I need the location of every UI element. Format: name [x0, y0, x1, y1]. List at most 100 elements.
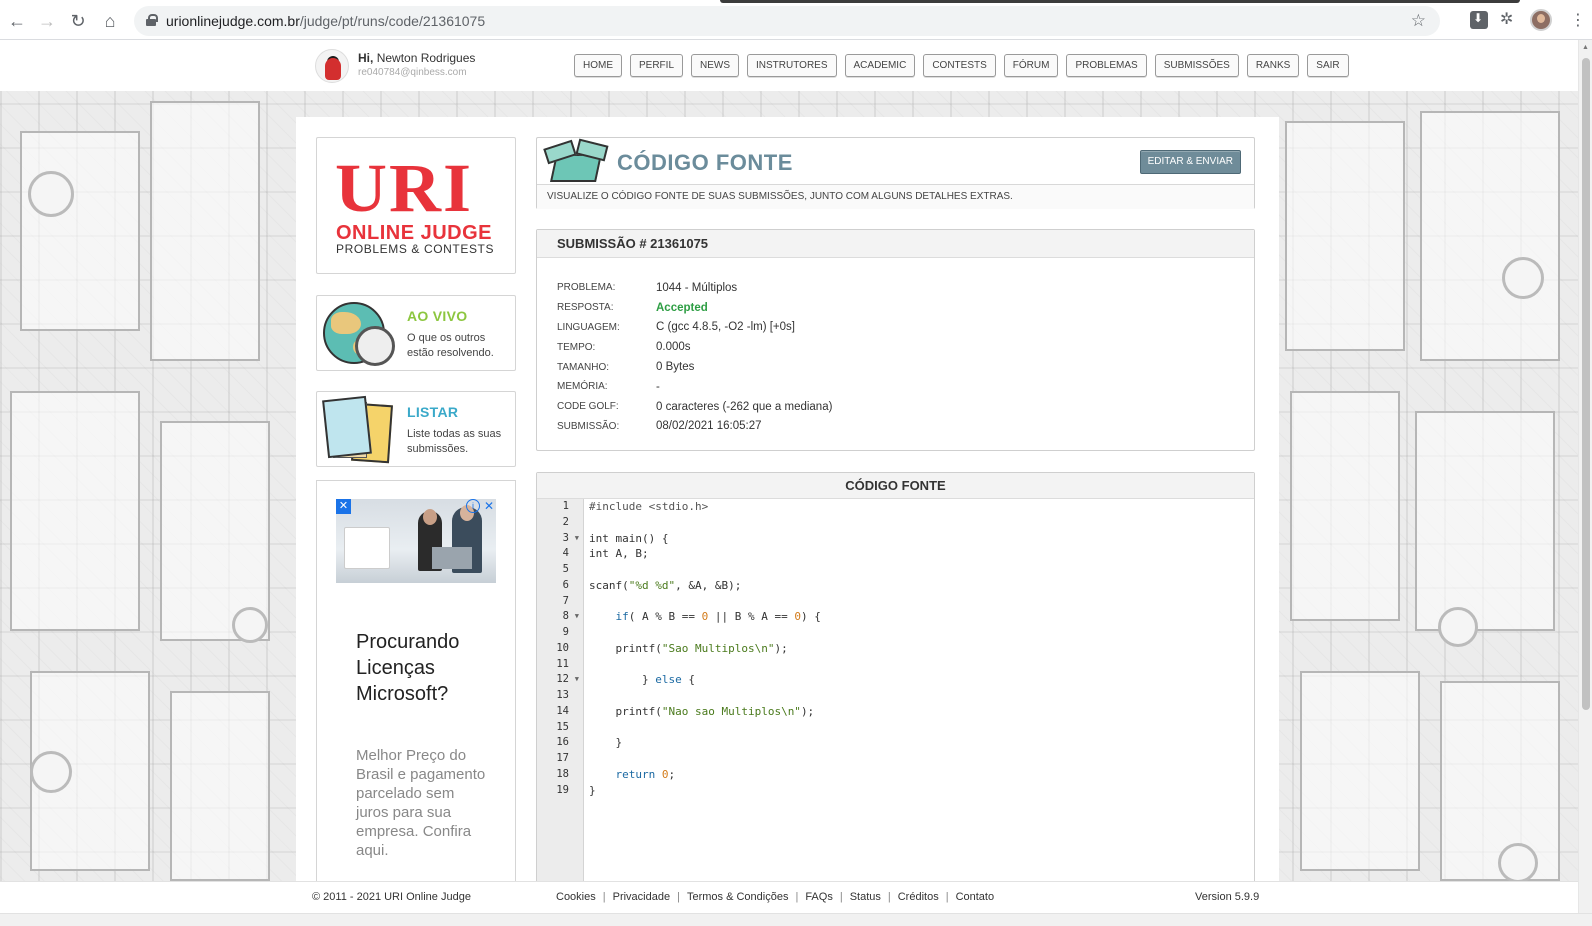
footer-link-faqs[interactable]: FAQs — [805, 891, 833, 903]
open-box-icon — [543, 138, 609, 186]
advertisement[interactable]: ✕ i ✕ Procurando Licenças Microsoft? Mel… — [316, 480, 516, 900]
line-number: 12 ▼ — [537, 672, 583, 688]
user-email: re040784@qinbess.com — [358, 67, 467, 78]
time-value: 0.000s — [656, 341, 691, 354]
background-house — [1290, 391, 1400, 621]
greeting-prefix: Hi, — [358, 51, 374, 65]
forward-arrow-icon[interactable]: → — [36, 10, 58, 32]
code-line[interactable]: } — [589, 783, 821, 799]
code-line[interactable] — [589, 720, 821, 736]
code-line[interactable]: printf("Nao sao Multiplos\n"); — [589, 704, 821, 720]
footer-link-status[interactable]: Status — [850, 891, 881, 903]
detail-row: TAMANHO: 0 Bytes — [557, 357, 832, 377]
language-value: C (gcc 4.8.5, -O2 -lm) [+0s] — [656, 321, 795, 334]
background-round-window — [1498, 843, 1538, 883]
code-golf-value: 0 caracteres (-262 que a mediana) — [656, 400, 833, 413]
download-extension-icon[interactable] — [1470, 11, 1488, 29]
ad-headline[interactable]: Procurando Licenças Microsoft? — [356, 629, 486, 707]
back-arrow-icon[interactable]: ← — [6, 10, 28, 32]
reload-icon[interactable]: ↻ — [67, 10, 89, 32]
code-line[interactable]: int main() { — [589, 531, 821, 547]
window-bottom-edge — [0, 913, 1592, 926]
user-avatar[interactable] — [315, 49, 349, 83]
code-line[interactable] — [589, 562, 821, 578]
line-number: 13 — [556, 689, 569, 701]
code-line[interactable] — [589, 688, 821, 704]
nav-submissoes[interactable]: SUBMISSÕES — [1154, 54, 1239, 77]
bookmark-star-icon[interactable]: ☆ — [1411, 11, 1426, 31]
ad-body-text[interactable]: Melhor Preço do Brasil e pagamento parce… — [356, 746, 486, 860]
nav-problemas[interactable]: PROBLEMAS — [1066, 54, 1147, 77]
code-line[interactable] — [589, 751, 821, 767]
code-line[interactable] — [589, 657, 821, 673]
background-house — [20, 131, 140, 331]
nav-home[interactable]: HOME — [574, 54, 622, 77]
fold-arrow-icon[interactable]: ▼ — [575, 531, 579, 547]
scrollbar-thumb[interactable] — [1582, 58, 1590, 710]
nav-news[interactable]: NEWS — [691, 54, 740, 77]
code-line[interactable] — [589, 515, 821, 531]
detail-label: CODE GOLF: — [557, 401, 619, 413]
size-value: 0 Bytes — [656, 361, 695, 374]
submission-panel: SUBMISSÃO # 21361075 PROBLEMA: 1044 - Múl… — [536, 229, 1255, 451]
ad-close-x-icon[interactable]: ✕ — [336, 499, 351, 514]
extensions-puzzle-icon[interactable]: ✲ — [1500, 11, 1518, 29]
lock-icon[interactable] — [146, 14, 158, 26]
memory-value: - — [656, 380, 660, 393]
nav-ranks[interactable]: RANKS — [1246, 54, 1300, 77]
nav-forum[interactable]: FÓRUM — [1003, 54, 1059, 77]
code-line[interactable] — [589, 594, 821, 610]
nav-instrutores[interactable]: INSTRUTORES — [747, 54, 837, 77]
background-round-window — [28, 171, 74, 217]
submission-date-value: 08/02/2021 16:05:27 — [656, 420, 762, 433]
address-bar[interactable]: urionlinejudge.com.br/judge/pt/runs/code… — [134, 6, 1440, 36]
footer-link-contato[interactable]: Contato — [956, 891, 995, 903]
nav-contests[interactable]: CONTESTS — [923, 54, 996, 77]
code-line[interactable]: printf("Sao Multiplos\n"); — [589, 641, 821, 657]
code-line[interactable]: #include <stdio.h> — [589, 499, 821, 515]
footer-separator: | — [677, 891, 680, 903]
ad-info-icon[interactable]: i — [466, 499, 480, 513]
detail-label: LINGUAGEM: — [557, 321, 620, 333]
fold-arrow-icon[interactable]: ▼ — [575, 609, 579, 625]
code-line[interactable]: scanf("%d %d", &A, &B); — [589, 578, 821, 594]
footer-link-cookies[interactable]: Cookies — [556, 891, 596, 903]
nav-perfil[interactable]: PERFIL — [630, 54, 684, 77]
footer-separator: | — [887, 891, 891, 903]
fold-arrow-icon[interactable]: ▼ — [575, 672, 579, 688]
detail-row: MEMÓRIA: - — [557, 377, 832, 397]
ad-close-icon[interactable]: ✕ — [482, 499, 496, 513]
footer-link-privacidade[interactable]: Privacidade — [613, 891, 670, 903]
code-line[interactable]: return 0; — [589, 767, 821, 783]
live-description: O que os outros estão resolvendo. — [407, 332, 494, 359]
footer-link-termos[interactable]: Termos & Condições — [687, 891, 789, 903]
line-number: 1 — [562, 500, 569, 512]
code-editor[interactable]: #include <stdio.h> int main() {int A, B; s… — [589, 499, 821, 798]
nav-academic[interactable]: ACADEMIC — [844, 54, 916, 77]
nav-sair[interactable]: SAIR — [1307, 54, 1349, 77]
line-number: 6 — [562, 578, 569, 591]
detail-label: RESPOSTA: — [557, 302, 614, 314]
site-header: Hi, Newton Rodrigues re040784@qinbess.co… — [0, 40, 1578, 91]
detail-label: TEMPO: — [557, 341, 596, 353]
live-card[interactable]: AO VIVO O que os outros estão resolvendo… — [316, 295, 516, 371]
background-house — [1300, 671, 1420, 871]
background-house — [1440, 681, 1560, 881]
uri-logo[interactable]: URI ONLINE JUDGE PROBLEMS & CONTESTS — [316, 137, 516, 274]
code-line[interactable]: } — [589, 735, 821, 751]
background-round-window — [1438, 607, 1478, 647]
browser-menu-icon[interactable]: ⋮ — [1570, 10, 1586, 30]
footer-link-creditos[interactable]: Créditos — [898, 891, 939, 903]
code-line[interactable]: int A, B; — [589, 546, 821, 562]
page-scrollbar[interactable]: ▲ — [1578, 40, 1592, 913]
edit-and-submit-button[interactable]: EDITAR & ENVIAR — [1139, 150, 1241, 174]
code-line[interactable]: if( A % B == 0 || B % A == 0) { — [589, 609, 821, 625]
version-label: Version 5.9.9 — [1195, 891, 1260, 903]
scroll-up-arrow-icon[interactable]: ▲ — [1582, 44, 1589, 51]
url-text[interactable]: urionlinejudge.com.br/judge/pt/runs/code… — [166, 13, 485, 29]
code-line[interactable]: } else { — [589, 672, 821, 688]
list-card[interactable]: LISTAR Liste todas as suas submissões. — [316, 391, 516, 467]
code-line[interactable] — [589, 625, 821, 641]
home-icon[interactable]: ⌂ — [99, 10, 121, 32]
profile-avatar[interactable] — [1530, 9, 1552, 31]
